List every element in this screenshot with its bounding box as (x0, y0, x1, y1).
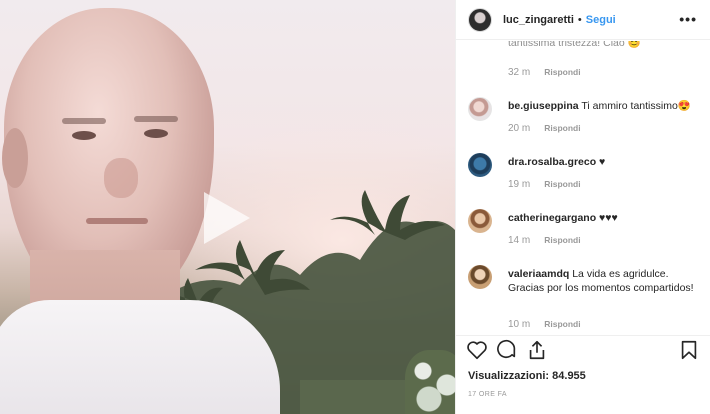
reply-button[interactable]: Rispondi (544, 67, 580, 77)
comment-content: dra.rosalba.greco ♥ (508, 155, 698, 169)
comment-username[interactable]: valeriaamdq (508, 268, 569, 280)
comment-time: 10 m (508, 319, 531, 330)
reply-button[interactable]: Rispondi (544, 235, 580, 245)
comment-text: tantissima tristezza! Ciao 😊 (508, 41, 641, 49)
comment-content: valeriaamdq La vida es agridulce. Gracia… (508, 267, 698, 295)
header-separator: • (577, 13, 582, 26)
commenter-avatar[interactable] (468, 265, 492, 289)
share-icon[interactable] (526, 339, 548, 361)
author-avatar[interactable] (468, 7, 492, 32)
post-actions (456, 335, 710, 365)
more-options-icon[interactable]: ••• (679, 11, 697, 27)
white-shirt (0, 300, 280, 414)
follow-button[interactable]: Segui (586, 14, 616, 26)
comment-time: 32 m (508, 67, 531, 78)
comment-username[interactable]: be.giuseppina (508, 100, 579, 112)
comment-text: Ti ammiro tantissimo😍 (581, 100, 691, 112)
comments-list[interactable]: tantissima tristezza! Ciao 😊 32 m Rispond… (456, 41, 710, 334)
comment-bubble-icon[interactable] (496, 339, 518, 361)
comment-time: 14 m (508, 235, 531, 246)
author-username[interactable]: luc_zingaretti (503, 14, 574, 26)
play-button[interactable] (195, 185, 265, 251)
commenter-avatar[interactable] (468, 209, 492, 233)
post-side-panel: luc_zingaretti • Segui ••• tantissima tr… (455, 0, 710, 414)
bookmark-icon[interactable] (678, 339, 700, 361)
flower-bush (405, 350, 455, 414)
reply-button[interactable]: Rispondi (544, 179, 580, 189)
post-time[interactable]: 17 ORE FA (468, 391, 507, 398)
reply-button[interactable]: Rispondi (544, 123, 580, 133)
comment-text: ♥♥♥ (599, 212, 618, 224)
comment-meta: 19 m Rispondi (508, 179, 581, 190)
heart-outline-icon[interactable] (466, 339, 488, 361)
comment-time: 19 m (508, 179, 531, 190)
comment-meta: 10 m Rispondi (508, 319, 581, 330)
comment-text: ♥ (599, 156, 606, 168)
comment-meta: 20 m Rispondi (508, 123, 581, 134)
comment-username[interactable]: catherinegargano (508, 212, 596, 224)
comment-content: catherinegargano ♥♥♥ (508, 211, 698, 225)
reply-button[interactable]: Rispondi (544, 319, 580, 329)
play-icon (204, 192, 250, 244)
commenter-avatar[interactable] (468, 97, 492, 121)
comment-meta: 32 m Rispondi (508, 67, 581, 78)
comment-time: 20 m (508, 123, 531, 134)
commenter-avatar[interactable] (468, 153, 492, 177)
view-count[interactable]: Visualizzazioni: 84.955 (468, 370, 586, 382)
post-header: luc_zingaretti • Segui ••• (456, 0, 710, 40)
video-player[interactable] (0, 0, 455, 414)
comment-meta: 14 m Rispondi (508, 235, 581, 246)
comment-content: be.giuseppina Ti ammiro tantissimo😍 (508, 99, 698, 113)
comment-username[interactable]: dra.rosalba.greco (508, 156, 596, 168)
